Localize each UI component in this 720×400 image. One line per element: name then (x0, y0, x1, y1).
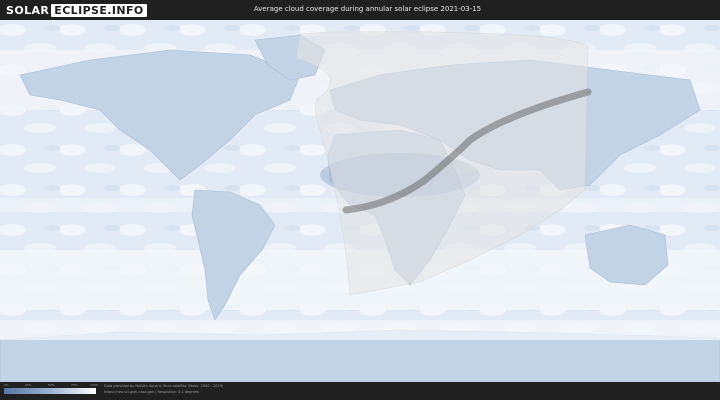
legend-tick: 50% (48, 383, 55, 387)
logo-text-solar: SOLAR (6, 3, 50, 17)
data-source-link[interactable]: https://neo.sci.gsfc.nasa.gov | Resoluti… (104, 390, 199, 394)
legend-tick: 75% (71, 383, 78, 387)
top-bar: SOLAR ECLIPSE.INFO Average cloud coverag… (0, 0, 720, 20)
data-credit: Data provided by NASA's Aqua & Terra sat… (104, 384, 224, 388)
cloud-coverage-map (0, 20, 720, 382)
cloud-coverage-legend-bar (4, 388, 96, 394)
map-title: Average cloud coverage during annular so… (253, 5, 482, 13)
antarctic-clouds (0, 320, 720, 340)
legend-tick: 25% (25, 383, 32, 387)
legend-tick: 100% (90, 383, 99, 387)
site-logo[interactable]: SOLAR ECLIPSE.INFO (6, 3, 147, 17)
logo-text-eclipse-info: ECLIPSE.INFO (51, 3, 147, 17)
legend-tick: 0% (4, 383, 9, 387)
bottom-bar: 0% 25% 50% 75% 100% Data provided by NAS… (0, 382, 720, 400)
